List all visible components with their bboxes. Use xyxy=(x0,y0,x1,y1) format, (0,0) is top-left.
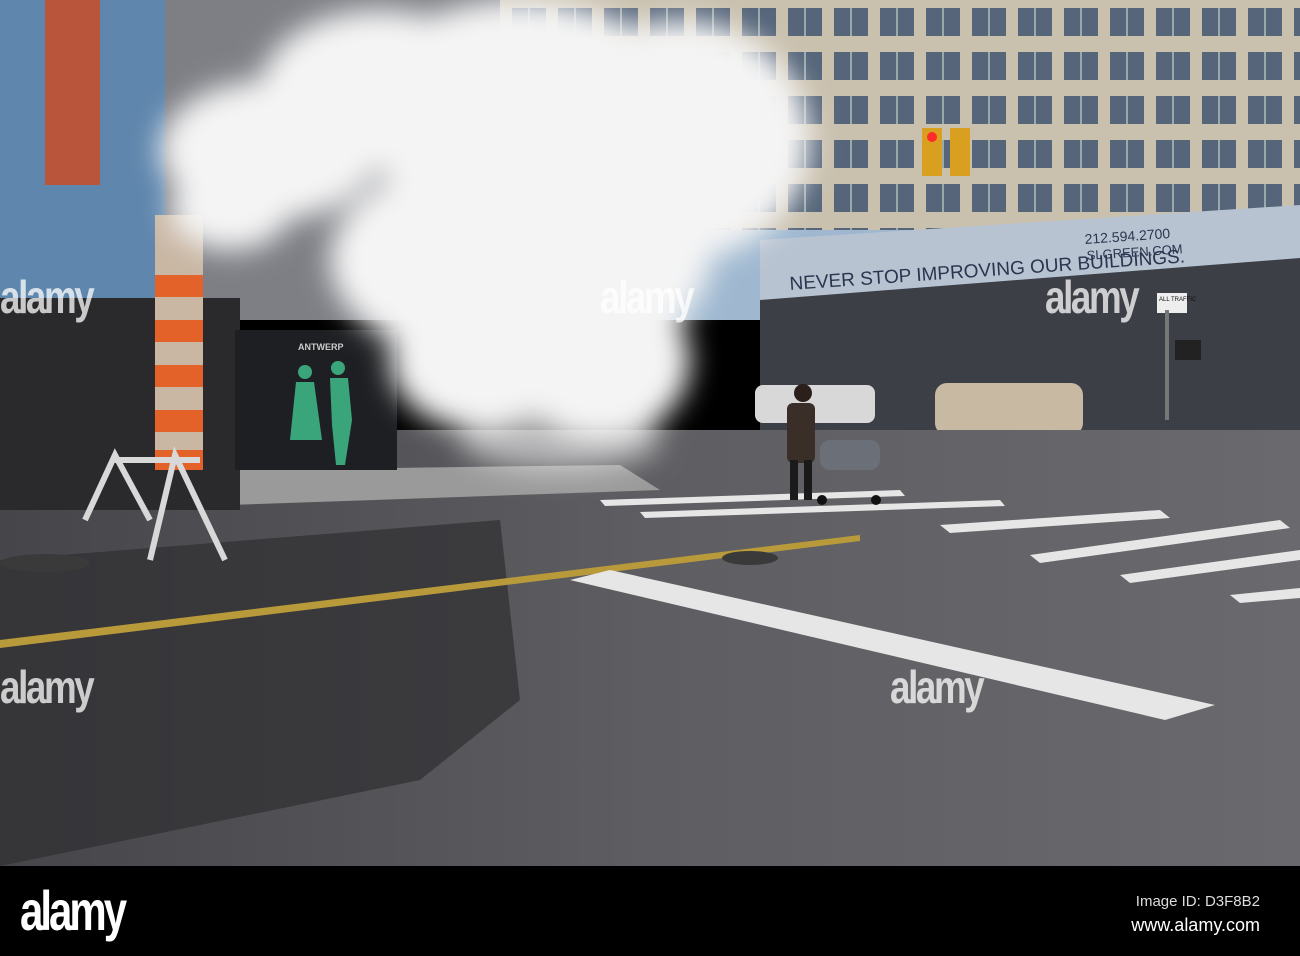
construction-crane-tower xyxy=(45,0,100,185)
red-signal-icon xyxy=(927,132,937,142)
watermark-mid-right: alamy xyxy=(890,661,985,713)
footer-url[interactable]: www.alamy.com xyxy=(1131,915,1260,936)
manhole-cover xyxy=(722,551,778,565)
watermark-mid-left: alamy xyxy=(0,661,95,713)
traffic-light-2 xyxy=(950,128,970,176)
striped-pole xyxy=(155,215,203,470)
footer-logo: alamy xyxy=(20,879,127,942)
street-photo: NEVER STOP IMPROVING OUR BUILDINGS. 212.… xyxy=(0,0,1300,956)
traffic-sign xyxy=(1157,293,1187,313)
traffic-sign-text: ALL TRAFFIC xyxy=(1159,297,1197,303)
construction-wall xyxy=(0,298,240,510)
image-id: Image ID: D3F8B2 xyxy=(1135,893,1260,910)
pedestrian-signal xyxy=(1175,340,1201,360)
antwerp-label: ANTWERP xyxy=(298,342,344,352)
manhole-cover-2 xyxy=(0,554,90,572)
sign-pole xyxy=(1165,310,1169,420)
watermark-top-center: alamy xyxy=(600,271,695,323)
photo-canvas: NEVER STOP IMPROVING OUR BUILDINGS. 212.… xyxy=(0,0,1300,866)
watermark-top-left: alamy xyxy=(0,271,95,323)
watermark-top-right: alamy xyxy=(1045,271,1140,323)
suv xyxy=(935,383,1083,435)
